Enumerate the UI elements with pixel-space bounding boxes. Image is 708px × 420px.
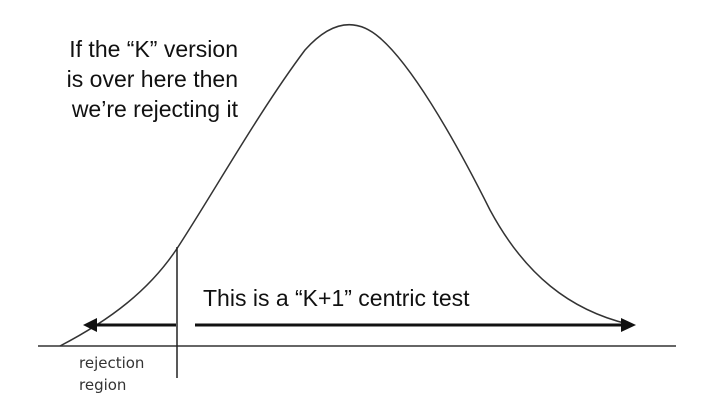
annotation-line-1: If the “K” version [69, 36, 238, 62]
right-arrowhead [621, 318, 636, 332]
k-version-annotation: If the “K” version is over here then we’… [14, 34, 238, 124]
annotation-line-2: is over here then [66, 66, 238, 92]
rejection-region-label: rejection region [79, 352, 144, 396]
region-label-line-1: rejection [79, 354, 145, 372]
region-label-line-2: region [79, 376, 127, 394]
annotation-line-3: we’re rejecting it [71, 96, 238, 122]
k-plus-1-test-label: This is a “K+1” centric test [203, 285, 470, 311]
